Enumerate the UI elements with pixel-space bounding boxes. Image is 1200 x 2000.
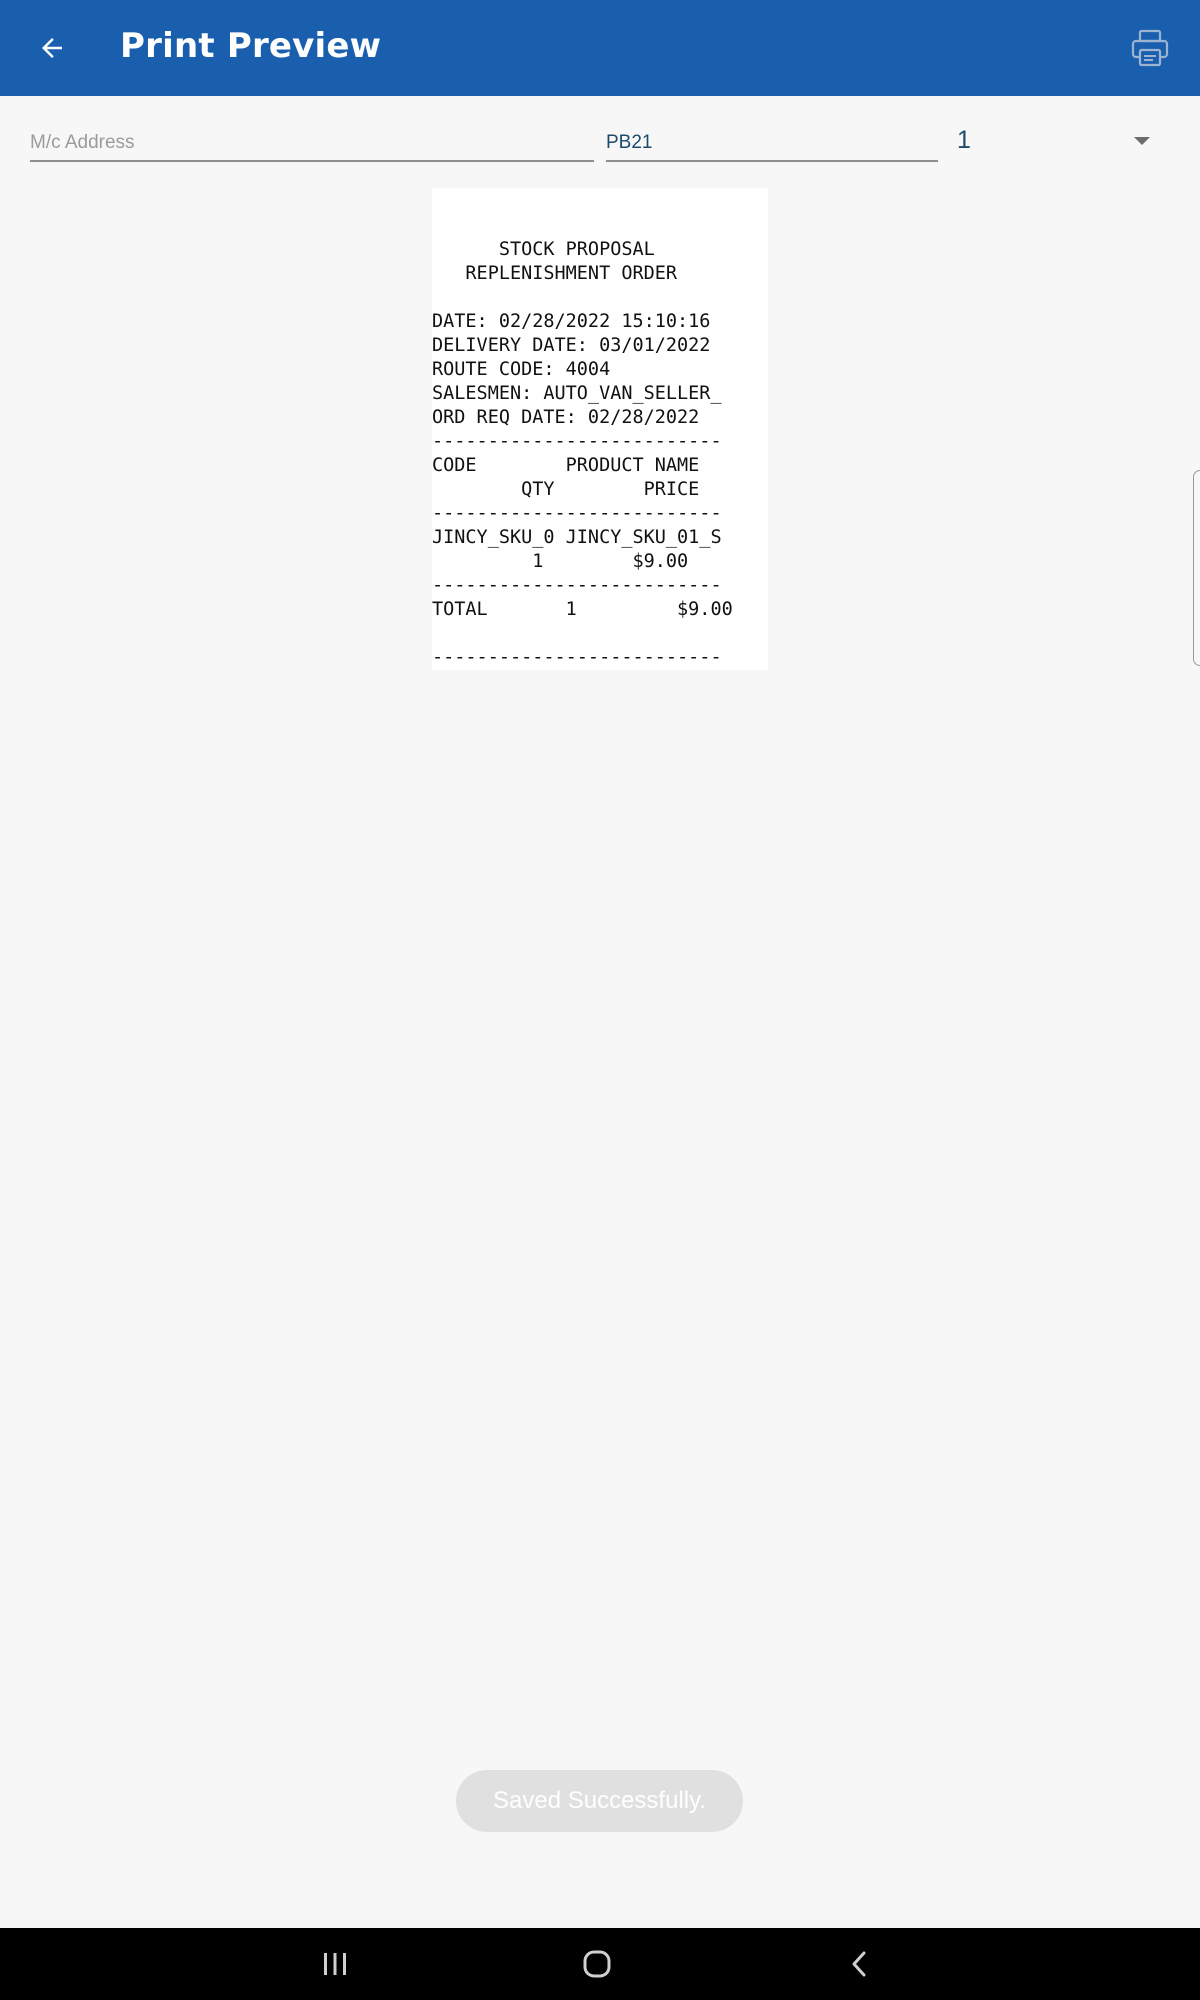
edge-panel-handle[interactable] bbox=[1193, 470, 1200, 666]
page-title: Print Preview bbox=[120, 26, 382, 66]
arrow-left-icon bbox=[42, 38, 62, 58]
copies-dropdown[interactable]: 1 bbox=[955, 124, 1155, 164]
receipt-preview: STOCK PROPOSAL REPLENISHMENT ORDER DATE:… bbox=[432, 188, 768, 670]
recents-button[interactable] bbox=[295, 1928, 375, 2000]
printer-code-field[interactable] bbox=[606, 126, 938, 162]
app-bar: Print Preview bbox=[0, 0, 1200, 96]
mac-address-input[interactable] bbox=[30, 127, 594, 159]
nav-back-button[interactable] bbox=[820, 1928, 900, 2000]
dropdown-arrow-icon bbox=[1134, 137, 1150, 145]
home-button[interactable] bbox=[557, 1928, 637, 2000]
receipt-text: STOCK PROPOSAL REPLENISHMENT ORDER DATE:… bbox=[432, 239, 733, 668]
print-button[interactable] bbox=[1126, 24, 1174, 72]
copies-dropdown-value: 1 bbox=[957, 126, 971, 154]
printer-code-input[interactable] bbox=[606, 127, 938, 159]
back-chevron-icon bbox=[852, 1951, 866, 1977]
mac-address-field[interactable] bbox=[30, 126, 594, 162]
system-nav-bar bbox=[0, 1928, 1200, 2000]
printer-icon bbox=[1131, 29, 1169, 67]
home-icon bbox=[583, 1950, 611, 1978]
recents-icon bbox=[324, 1953, 346, 1975]
back-button[interactable] bbox=[28, 24, 76, 72]
toast-message: Saved Successfully. bbox=[456, 1770, 743, 1832]
